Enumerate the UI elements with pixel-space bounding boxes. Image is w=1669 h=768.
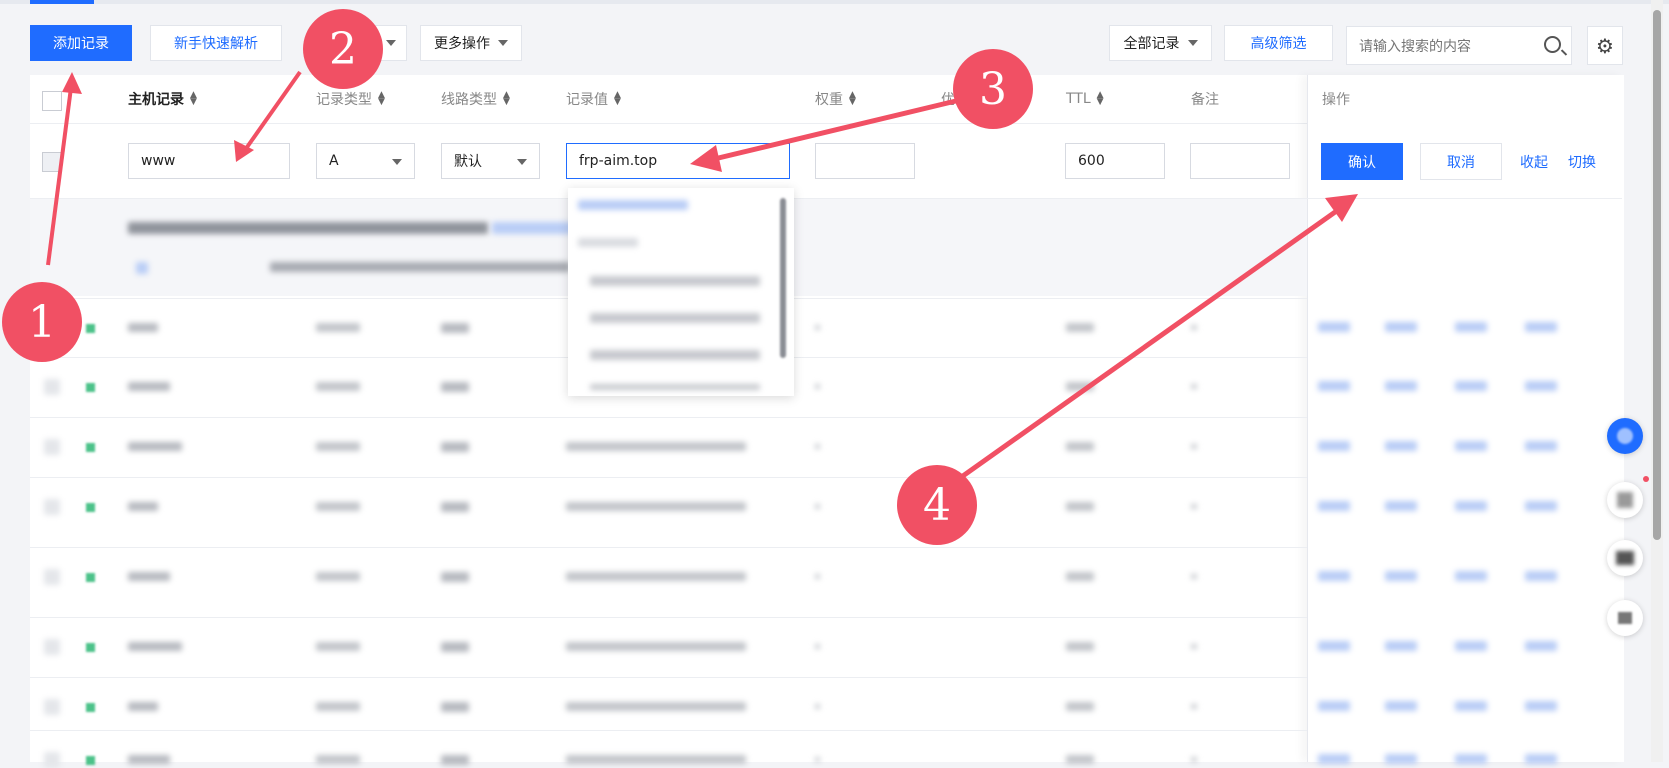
arrowhead-3 xyxy=(690,145,722,172)
annotation-step-1: 1 xyxy=(2,282,82,362)
annotation-step-2: 2 xyxy=(303,9,383,89)
arrow-2 xyxy=(243,70,302,152)
annotation-step-3: 3 xyxy=(953,49,1033,129)
annotation-step-4: 4 xyxy=(897,465,977,545)
arrow-1 xyxy=(46,79,74,266)
arrow-4 xyxy=(958,202,1347,481)
arrow-3 xyxy=(709,97,961,163)
arrowhead-1 xyxy=(62,72,82,94)
annotation-arrows xyxy=(46,70,1358,481)
